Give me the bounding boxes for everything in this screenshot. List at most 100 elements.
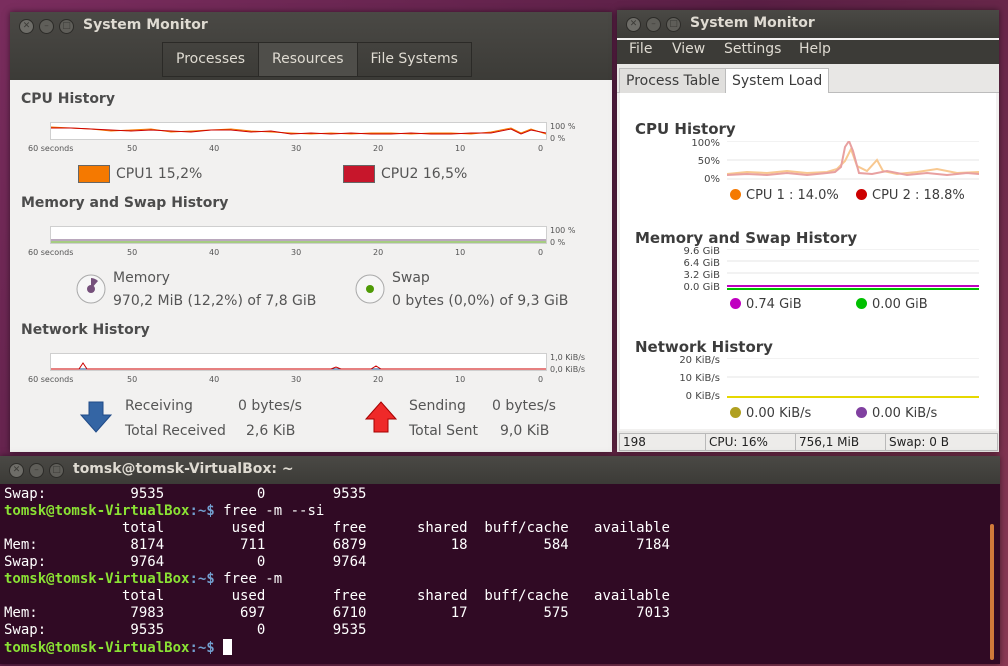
terminal-command-line: tomsk@tomsk-VirtualBox:~$ free -m [4, 571, 282, 587]
memory-color-dot[interactable] [730, 298, 741, 309]
network-history-graph [50, 353, 547, 371]
system-load-pane: CPU History 100% 50% 0% CPU 1 : 14.0% CP… [620, 93, 996, 429]
command-text [215, 640, 223, 656]
maximize-icon[interactable]: □ [666, 17, 681, 32]
network-history-graph [727, 358, 979, 398]
network-x-ticks: 60 seconds 50 40 30 20 10 0 [28, 375, 544, 384]
network-out-legend: 0.00 KiB/s [856, 406, 937, 421]
tab-process-table[interactable]: Process Table [619, 68, 727, 93]
status-memory: 756,1 MiB [795, 433, 886, 451]
cpu-history-heading: CPU History [21, 91, 115, 107]
terminal-window[interactable]: ✕ – □ tomsk@tomsk-VirtualBox: ~ Swap: 95… [0, 456, 1000, 664]
memory-y-ticks: 9.6 GiB 6.4 GiB 3.2 GiB 0.0 GiB [683, 246, 720, 293]
network-out-color-dot[interactable] [856, 407, 867, 418]
terminal-output-line: total used free shared buff/cache availa… [4, 520, 670, 536]
network-history-svg [51, 362, 546, 370]
cpu-y-ticks: 100% 50% 0% [691, 138, 720, 185]
close-icon[interactable]: ✕ [626, 17, 641, 32]
memory-legend: 0.74 GiB [730, 297, 802, 312]
network-y-ticks: 1,0 KiB/s 0,0 KiB/s [550, 353, 586, 374]
network-history-heading: Network History [635, 338, 773, 356]
menu-settings[interactable]: Settings [724, 41, 781, 57]
total-received-label: Total Received [125, 423, 226, 439]
status-swap: Swap: 0 B [885, 433, 998, 451]
prompt-user: tomsk@tomsk-VirtualBox [4, 640, 190, 656]
maximize-icon[interactable]: □ [49, 463, 64, 478]
window-title: System Monitor [83, 17, 208, 33]
swap-color-dot[interactable] [856, 298, 867, 309]
memory-y-ticks: 100 % 0 % [550, 226, 576, 247]
receiving-label: Receiving [125, 398, 193, 414]
minimize-icon[interactable]: – [39, 19, 54, 34]
menu-view[interactable]: View [672, 41, 705, 57]
minimize-icon[interactable]: – [646, 17, 661, 32]
memory-history-heading: Memory and Swap History [635, 229, 858, 247]
system-monitor-window-system-load: ✕ – □ System Monitor File View Settings … [617, 10, 999, 452]
cpu-history-heading: CPU History [635, 120, 736, 138]
sending-value: 0 bytes/s [492, 398, 556, 414]
total-sent-label: Total Sent [409, 423, 479, 439]
command-text: free -m [214, 571, 283, 587]
tab-resources[interactable]: Resources [258, 42, 358, 77]
network-history-heading: Network History [21, 322, 150, 338]
receiving-arrow-icon[interactable] [80, 400, 112, 434]
window-title: System Monitor [690, 15, 815, 31]
system-monitor-window-resources: ✕ – □ System Monitor Processes Resources… [10, 12, 612, 452]
terminal-command-line: tomsk@tomsk-VirtualBox:~$ [4, 639, 233, 656]
status-bar: 198 CPU: 16% 756,1 MiB Swap: 0 B [617, 431, 999, 452]
cpu-history-graph [727, 141, 979, 180]
total-received-value: 2,6 KiB [246, 423, 296, 439]
network-y-ticks: 20 KiB/s 10 KiB/s 0 KiB/s [679, 355, 720, 402]
memory-history-heading: Memory and Swap History [21, 195, 229, 211]
status-cpu: CPU: 16% [705, 433, 796, 451]
menu-file[interactable]: File [629, 41, 652, 57]
close-icon[interactable]: ✕ [19, 19, 34, 34]
command-text: free -m --si [214, 503, 325, 519]
terminal-output-line: Swap: 9764 0 9764 [4, 554, 367, 570]
swap-value: 0 bytes (0,0%) of 9,3 GiB [392, 293, 569, 309]
title-bar[interactable]: ✕ – □ tomsk@tomsk-VirtualBox: ~ [0, 456, 1000, 484]
terminal-command-line: tomsk@tomsk-VirtualBox:~$ free -m --si [4, 503, 324, 519]
title-bar[interactable]: ✕ – □ System Monitor [617, 10, 999, 38]
minimize-icon[interactable]: – [29, 463, 44, 478]
network-in-color-dot[interactable] [730, 407, 741, 418]
swap-legend: 0.00 GiB [856, 297, 928, 312]
memory-value: 970,2 MiB (12,2%) of 7,8 GiB [113, 293, 317, 309]
tab-bar: Process Table System Load [617, 64, 999, 94]
cpu-y-ticks: 100 % 0 % [550, 122, 576, 143]
swap-label: Swap [392, 270, 430, 286]
tab-processes[interactable]: Processes [162, 42, 260, 77]
memory-pie-icon[interactable] [76, 274, 106, 304]
cpu2-color-swatch[interactable] [343, 165, 375, 183]
maximize-icon[interactable]: □ [59, 19, 74, 34]
memory-x-ticks: 60 seconds 50 40 30 20 10 0 [28, 248, 544, 257]
prompt-user: tomsk@tomsk-VirtualBox [4, 503, 190, 519]
prompt-path: :~$ [189, 571, 215, 587]
prompt-path: :~$ [189, 503, 215, 519]
cpu-history-graph [50, 122, 547, 140]
network-in-legend: 0.00 KiB/s [730, 406, 811, 421]
status-processes: 198 [619, 433, 706, 451]
menu-help[interactable]: Help [799, 41, 831, 57]
cpu2-color-dot[interactable] [856, 189, 867, 200]
total-sent-value: 9,0 KiB [500, 423, 550, 439]
cpu-history-svg [50, 126, 547, 135]
terminal-output-line: Swap: 9535 0 9535 [4, 486, 367, 502]
memory-history-graph [727, 249, 979, 290]
tab-system-load[interactable]: System Load [725, 68, 830, 94]
sending-arrow-icon[interactable] [365, 400, 397, 434]
cpu1-color-dot[interactable] [730, 189, 741, 200]
memory-history-svg [51, 239, 546, 243]
terminal-scrollbar[interactable] [990, 524, 994, 660]
swap-pie-icon[interactable] [355, 274, 385, 304]
cpu1-color-swatch[interactable] [78, 165, 110, 183]
tab-file-systems[interactable]: File Systems [356, 42, 472, 77]
close-icon[interactable]: ✕ [9, 463, 24, 478]
cpu1-label: CPU1 15,2% [116, 166, 203, 182]
menu-bar: File View Settings Help [617, 40, 999, 64]
cpu1-legend: CPU 1 : 14.0% [730, 188, 839, 203]
prompt-path: :~$ [189, 640, 215, 656]
cpu-x-ticks: 60 seconds 50 40 30 20 10 0 [28, 144, 544, 153]
terminal-output-line: total used free shared buff/cache availa… [4, 588, 670, 604]
title-bar[interactable]: ✕ – □ System Monitor Processes Resources… [10, 12, 612, 80]
